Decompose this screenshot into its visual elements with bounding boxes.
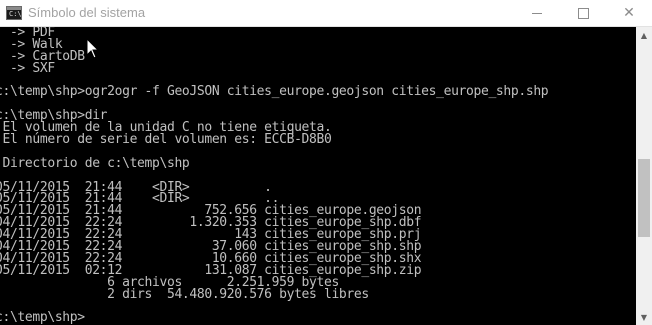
console-output[interactable]: -> PDF -> Walk -> CartoDB -> SXF c:\temp\… — [0, 27, 636, 325]
window-title: Símbolo del sistema — [28, 5, 146, 20]
cmd-app-icon[interactable]: C:\ — [6, 6, 22, 20]
console-line: c:\temp\shp>ogr2ogr -f GeoJSON cities_eu… — [0, 84, 549, 100]
scroll-up-arrow-icon[interactable]: ▲ — [636, 27, 652, 43]
minimize-button[interactable] — [514, 0, 560, 26]
console-text: -> PDF -> Walk -> CartoDB -> SXF c:\temp\… — [0, 27, 549, 325]
scroll-down-arrow-icon[interactable]: ▼ — [636, 309, 652, 325]
console-line: El número de serie del volumen es: ECCB-… — [0, 132, 332, 148]
console-line: -> SXF — [0, 60, 55, 76]
scroll-thumb[interactable] — [638, 159, 650, 237]
app-icon-prompt: C:\ — [9, 10, 22, 18]
command-prompt-window: C:\ Símbolo del sistema ✕ -> PDF -> Walk… — [0, 0, 652, 325]
console-line: -> CartoDB — [0, 48, 85, 64]
maximize-button[interactable] — [560, 0, 606, 26]
console-line: -> PDF — [0, 27, 55, 40]
close-button[interactable]: ✕ — [606, 0, 652, 26]
minimize-icon — [532, 12, 542, 14]
vertical-scrollbar[interactable]: ▲ ▼ — [636, 27, 652, 325]
title-bar[interactable]: C:\ Símbolo del sistema ✕ — [0, 0, 652, 27]
console-line: 2 dirs 54.480.920.576 bytes libres — [0, 286, 369, 302]
mouse-pointer-icon — [86, 38, 100, 59]
maximize-icon — [577, 7, 589, 19]
console-line: c:\temp\shp> — [0, 310, 85, 325]
close-icon: ✕ — [623, 5, 635, 21]
console-line: Directorio de c:\temp\shp — [0, 155, 190, 171]
